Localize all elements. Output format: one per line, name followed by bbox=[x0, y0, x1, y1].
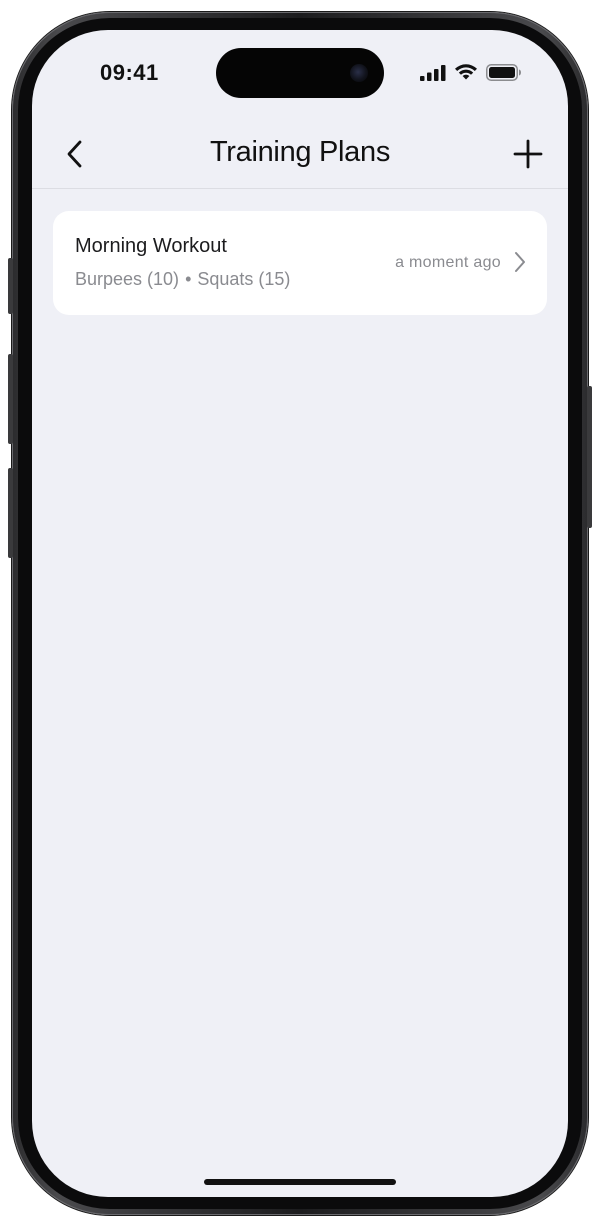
add-plan-button[interactable] bbox=[508, 134, 548, 174]
plan-exercises: Burpees (10) • Squats (15) bbox=[75, 269, 290, 290]
page-title: Training Plans bbox=[209, 136, 391, 168]
plan-list-item[interactable]: Morning Workout Burpees (10) • Squats (15)… bbox=[53, 211, 547, 315]
plan-name: Morning Workout bbox=[75, 235, 227, 257]
action-button bbox=[8, 258, 13, 314]
home-indicator bbox=[204, 1179, 396, 1185]
camera-icon bbox=[350, 64, 368, 82]
plus-icon bbox=[513, 139, 543, 169]
volume-down-button bbox=[8, 468, 13, 558]
status-time: 09:41 bbox=[100, 60, 159, 85]
battery-icon bbox=[486, 64, 521, 81]
dynamic-island bbox=[216, 48, 384, 98]
volume-up-button bbox=[8, 354, 13, 444]
power-button bbox=[587, 386, 592, 528]
wifi-icon bbox=[455, 64, 477, 80]
app-screen: 09:41 Training Plans Morning Workout Bur… bbox=[32, 30, 568, 1197]
exercise-label: Squats (15) bbox=[197, 269, 291, 289]
page: 09:41 Training Plans Morning Workout Bur… bbox=[0, 0, 600, 1227]
status-icons bbox=[420, 64, 522, 81]
plan-updated-time: a moment ago bbox=[395, 254, 501, 271]
chevron-right-icon bbox=[515, 252, 525, 272]
navigation-bar: Training Plans bbox=[32, 122, 568, 189]
exercise-separator: • bbox=[185, 269, 192, 289]
exercise-label: Burpees (10) bbox=[75, 269, 180, 289]
cellular-signal-icon bbox=[420, 64, 446, 81]
